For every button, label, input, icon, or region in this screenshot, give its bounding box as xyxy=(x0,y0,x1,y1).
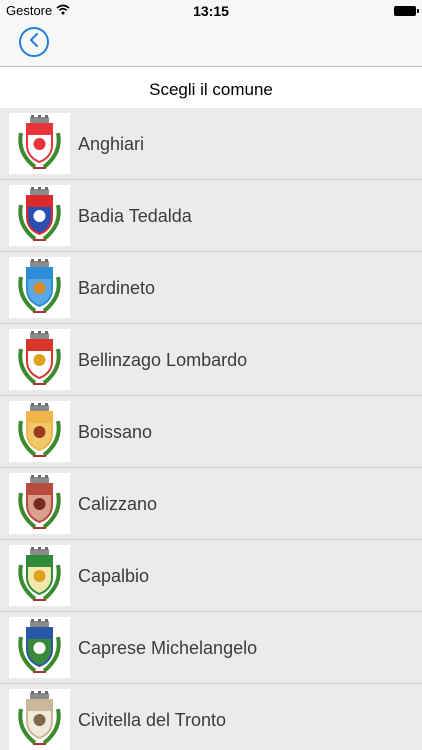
list-item[interactable]: Boissano xyxy=(0,396,422,468)
battery-icon xyxy=(394,6,419,16)
list-item-label: Calizzano xyxy=(78,494,158,514)
list-item[interactable]: Badia Tedalda xyxy=(0,180,422,252)
status-bar: Gestore 13:15 xyxy=(0,0,422,22)
coat-of-arms-icon xyxy=(9,689,70,750)
coat-of-arms-icon xyxy=(9,545,70,606)
list-item-label: Bardineto xyxy=(78,278,156,298)
list-item-label: Caprese Michelangelo xyxy=(78,638,258,658)
list-item[interactable]: Anghiari xyxy=(0,108,422,180)
list-item-label: Anghiari xyxy=(78,134,145,154)
list-item-label: Boissano xyxy=(78,422,153,442)
coat-of-arms-icon xyxy=(9,257,70,318)
coat-of-arms-icon xyxy=(9,401,70,462)
list-item-label: Badia Tedalda xyxy=(78,206,192,226)
list-item[interactable]: Bellinzago Lombardo xyxy=(0,324,422,396)
list-item[interactable]: Civitella del Tronto xyxy=(0,684,422,750)
list-item[interactable]: Caprese Michelangelo xyxy=(0,612,422,684)
navigation-bar xyxy=(0,22,422,67)
page-title: Scegli il comune xyxy=(0,67,422,108)
comune-list: Anghiari Badia Tedalda Bardineto Bellinzago… xyxy=(0,108,422,750)
status-time: 13:15 xyxy=(193,3,229,19)
back-button[interactable] xyxy=(19,27,49,57)
list-item-label: Bellinzago Lombardo xyxy=(78,350,248,370)
list-item-label: Capalbio xyxy=(78,566,150,586)
list-item[interactable]: Bardineto xyxy=(0,252,422,324)
coat-of-arms-icon xyxy=(9,617,70,678)
coat-of-arms-icon xyxy=(9,473,70,534)
list-item-label: Civitella del Tronto xyxy=(78,710,227,730)
list-item[interactable]: Capalbio xyxy=(0,540,422,612)
coat-of-arms-icon xyxy=(9,113,70,174)
coat-of-arms-icon xyxy=(9,329,70,390)
list-item[interactable]: Calizzano xyxy=(0,468,422,540)
chevron-left-icon xyxy=(28,32,40,52)
coat-of-arms-icon xyxy=(9,185,70,246)
